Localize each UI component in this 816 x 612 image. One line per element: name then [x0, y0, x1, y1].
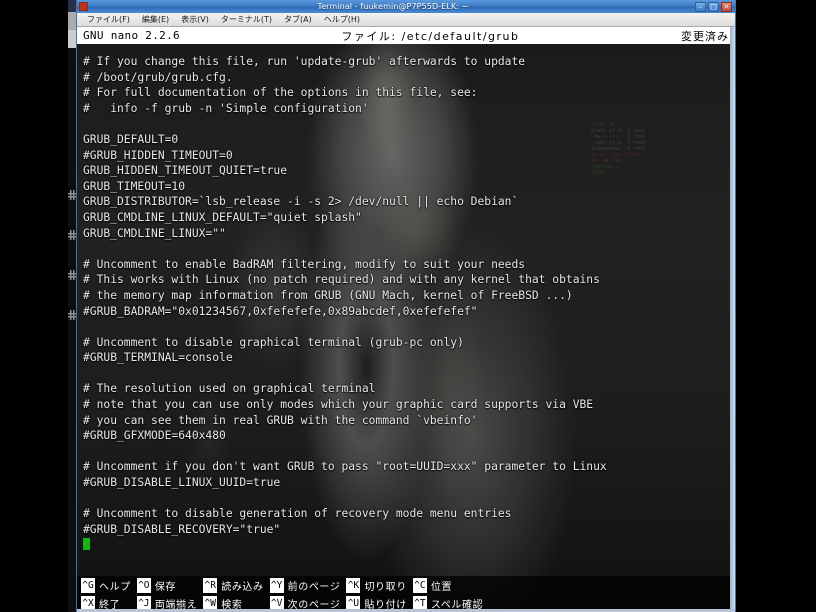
- desktop-edge-glyph: [68, 270, 76, 280]
- shortcut-help-label: ヘルプ: [99, 581, 131, 593]
- editor-line: # info -f grub -n 'Simple configuration': [83, 101, 369, 115]
- nano-header: GNU nano 2.2.6 ファイル: /etc/default/grub 変…: [77, 27, 735, 44]
- shortcut-save-key: ^O: [136, 577, 151, 593]
- shortcut-cut-key: ^K: [346, 577, 361, 593]
- editor-line: # The resolution used on graphical termi…: [83, 382, 376, 396]
- nano-file-label: ファイル: /etc/default/grub: [341, 29, 520, 43]
- menubar: ファイル(F) 編集(E) 表示(V) ターミナル(T) タブ(A) ヘルプ(H…: [77, 13, 735, 27]
- menu-file[interactable]: ファイル(F): [81, 14, 136, 25]
- nano-shortcut-bar: ^G ヘルプ ^X 終了 ^O 保存 ^J 両端揃え ^R 読み込み ^W 検索 ^Y 前のページ ^V 次の…: [77, 576, 735, 612]
- editor-line: # you can see them in real GRUB with the…: [83, 413, 478, 427]
- text-cursor: [83, 538, 90, 551]
- shortcut-column: ^G ヘルプ ^X 終了: [81, 576, 131, 612]
- editor-line: GRUB_DEFAULT=0: [83, 132, 179, 146]
- shortcut-cut-label: 切り取り: [364, 581, 407, 593]
- editor-line: # Uncomment to enable BadRAM filtering, …: [83, 257, 526, 271]
- maximize-button[interactable]: □: [708, 1, 719, 12]
- shortcut-read-file[interactable]: ^R 読み込み: [203, 576, 263, 594]
- editor-line: # the memory map information from GRUB (…: [83, 288, 573, 302]
- menu-view[interactable]: 表示(V): [175, 14, 215, 25]
- shortcut-cut[interactable]: ^K 切り取り: [346, 576, 406, 594]
- menu-help[interactable]: ヘルプ(H): [318, 14, 366, 25]
- editor-line: # Uncomment if you don't want GRUB to pa…: [83, 460, 607, 474]
- editor-cursor-line: [83, 537, 735, 553]
- shortcut-read-file-key: ^R: [203, 577, 218, 593]
- menu-terminal[interactable]: ターミナル(T): [215, 14, 278, 25]
- editor-line: GRUB_HIDDEN_TIMEOUT_QUIET=true: [83, 164, 288, 178]
- terminal-icon: [79, 2, 88, 11]
- shortcut-column: ^K 切り取り ^U 貼り付け: [346, 576, 406, 612]
- shortcut-save-label: 保存: [154, 581, 177, 593]
- editor-line: GRUB_CMDLINE_LINUX_DEFAULT="quiet splash…: [83, 210, 362, 224]
- editor-line: # If you change this file, run 'update-g…: [83, 55, 526, 68]
- screen: Terminal - fuukemin@P7P55D-ELK: ~ – □ ✕ …: [0, 0, 816, 612]
- desktop-edge-glyph: [68, 230, 76, 240]
- terminal-body[interactable]: total 48 drwxr-xr-x 2 root -rw-r--r-- 1 ro…: [77, 27, 735, 612]
- shortcut-column: ^Y 前のページ ^V 次のページ: [269, 576, 341, 612]
- close-button[interactable]: ✕: [721, 1, 732, 12]
- editor-line: #GRUB_DISABLE_RECOVERY="true": [83, 522, 281, 536]
- editor-line: #GRUB_HIDDEN_TIMEOUT=0: [83, 148, 233, 162]
- window-title: Terminal - fuukemin@P7P55D-ELK: ~: [317, 2, 469, 11]
- shortcut-read-file-label: 読み込み: [221, 581, 264, 593]
- editor-line: # /boot/grub/grub.cfg.: [83, 70, 233, 84]
- editor-line: GRUB_CMDLINE_LINUX="": [83, 226, 226, 240]
- editor-line: # For full documentation of the options …: [83, 86, 478, 100]
- desktop-edge-glyph: [68, 310, 76, 320]
- shortcut-column: ^R 読み込み ^W 検索: [203, 576, 263, 612]
- editor-line: GRUB_DISTRIBUTOR=`lsb_release -i -s 2> /…: [83, 195, 519, 209]
- terminal-window: Terminal - fuukemin@P7P55D-ELK: ~ – □ ✕ …: [76, 0, 736, 612]
- shortcut-cur-pos[interactable]: ^C 位置: [412, 576, 483, 594]
- window-controls: – □ ✕: [695, 1, 732, 12]
- shortcut-save[interactable]: ^O 保存: [136, 576, 197, 594]
- editor-line: #GRUB_BADRAM="0x01234567,0xfefefefe,0x89…: [83, 304, 478, 318]
- shortcut-help-key: ^G: [81, 577, 95, 593]
- nano-editor-text[interactable]: # If you change this file, run 'update-g…: [77, 44, 735, 573]
- nano-version-label: GNU nano 2.2.6: [83, 29, 180, 42]
- desktop-edge-glyph: [68, 190, 76, 200]
- minimize-button[interactable]: –: [695, 1, 706, 12]
- nano-modified-badge: 変更済み: [681, 29, 729, 43]
- shortcut-cur-pos-key: ^C: [412, 577, 427, 593]
- editor-line: # Uncomment to disable graphical termina…: [83, 335, 464, 349]
- shortcut-cur-pos-label: 位置: [430, 581, 453, 593]
- editor-line: # This works with Linux (no patch requir…: [83, 273, 600, 287]
- menu-tab[interactable]: タブ(A): [278, 14, 318, 25]
- shortcut-prev-page-key: ^Y: [269, 577, 284, 593]
- shortcut-help[interactable]: ^G ヘルプ: [81, 576, 131, 594]
- shortcut-column: ^O 保存 ^J 両端揃え: [136, 576, 197, 612]
- editor-line: #GRUB_TERMINAL=console: [83, 351, 233, 365]
- shortcut-prev-page-label: 前のページ: [287, 581, 341, 593]
- editor-line: #GRUB_DISABLE_LINUX_UUID=true: [83, 476, 281, 490]
- shortcut-prev-page[interactable]: ^Y 前のページ: [269, 576, 341, 594]
- window-titlebar[interactable]: Terminal - fuukemin@P7P55D-ELK: ~ – □ ✕: [77, 0, 735, 13]
- shortcut-column: ^C 位置 ^T スペル確認: [412, 576, 483, 612]
- editor-line: # note that you can use only modes which…: [83, 398, 594, 412]
- editor-line: #GRUB_GFXMODE=640x480: [83, 429, 226, 443]
- menu-edit[interactable]: 編集(E): [136, 14, 175, 25]
- window-scroll-rail[interactable]: [730, 27, 735, 612]
- editor-line: # Uncomment to disable generation of rec…: [83, 507, 512, 521]
- editor-line: GRUB_TIMEOUT=10: [83, 179, 186, 193]
- desktop-edge-strip: [68, 0, 76, 612]
